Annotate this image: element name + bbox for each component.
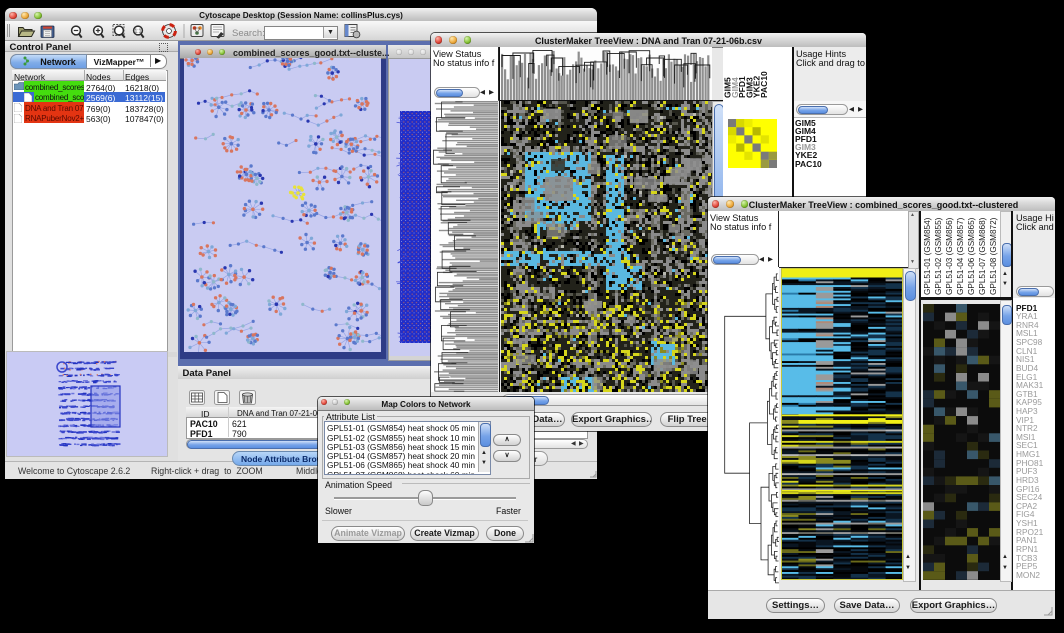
svg-text:GPL51-03 (GSM856): GPL51-03 (GSM856) [945, 217, 954, 295]
svg-text:GPL51-04 (GSM857): GPL51-04 (GSM857) [956, 217, 965, 295]
svg-text:GPL51-06 (GSM865): GPL51-06 (GSM865) [967, 217, 976, 295]
svg-text:PAC10: PAC10 [759, 71, 769, 98]
svg-text:1:1: 1:1 [135, 28, 142, 34]
svg-text:GPL51-07 (GSM868): GPL51-07 (GSM868) [978, 217, 987, 295]
svg-text:GPL51-02 (GSM855): GPL51-02 (GSM855) [934, 217, 943, 295]
svg-text:GPL51-01 (GSM854): GPL51-01 (GSM854) [923, 217, 932, 295]
svg-text:GPL51-08 (GSM872): GPL51-08 (GSM872) [989, 217, 998, 295]
